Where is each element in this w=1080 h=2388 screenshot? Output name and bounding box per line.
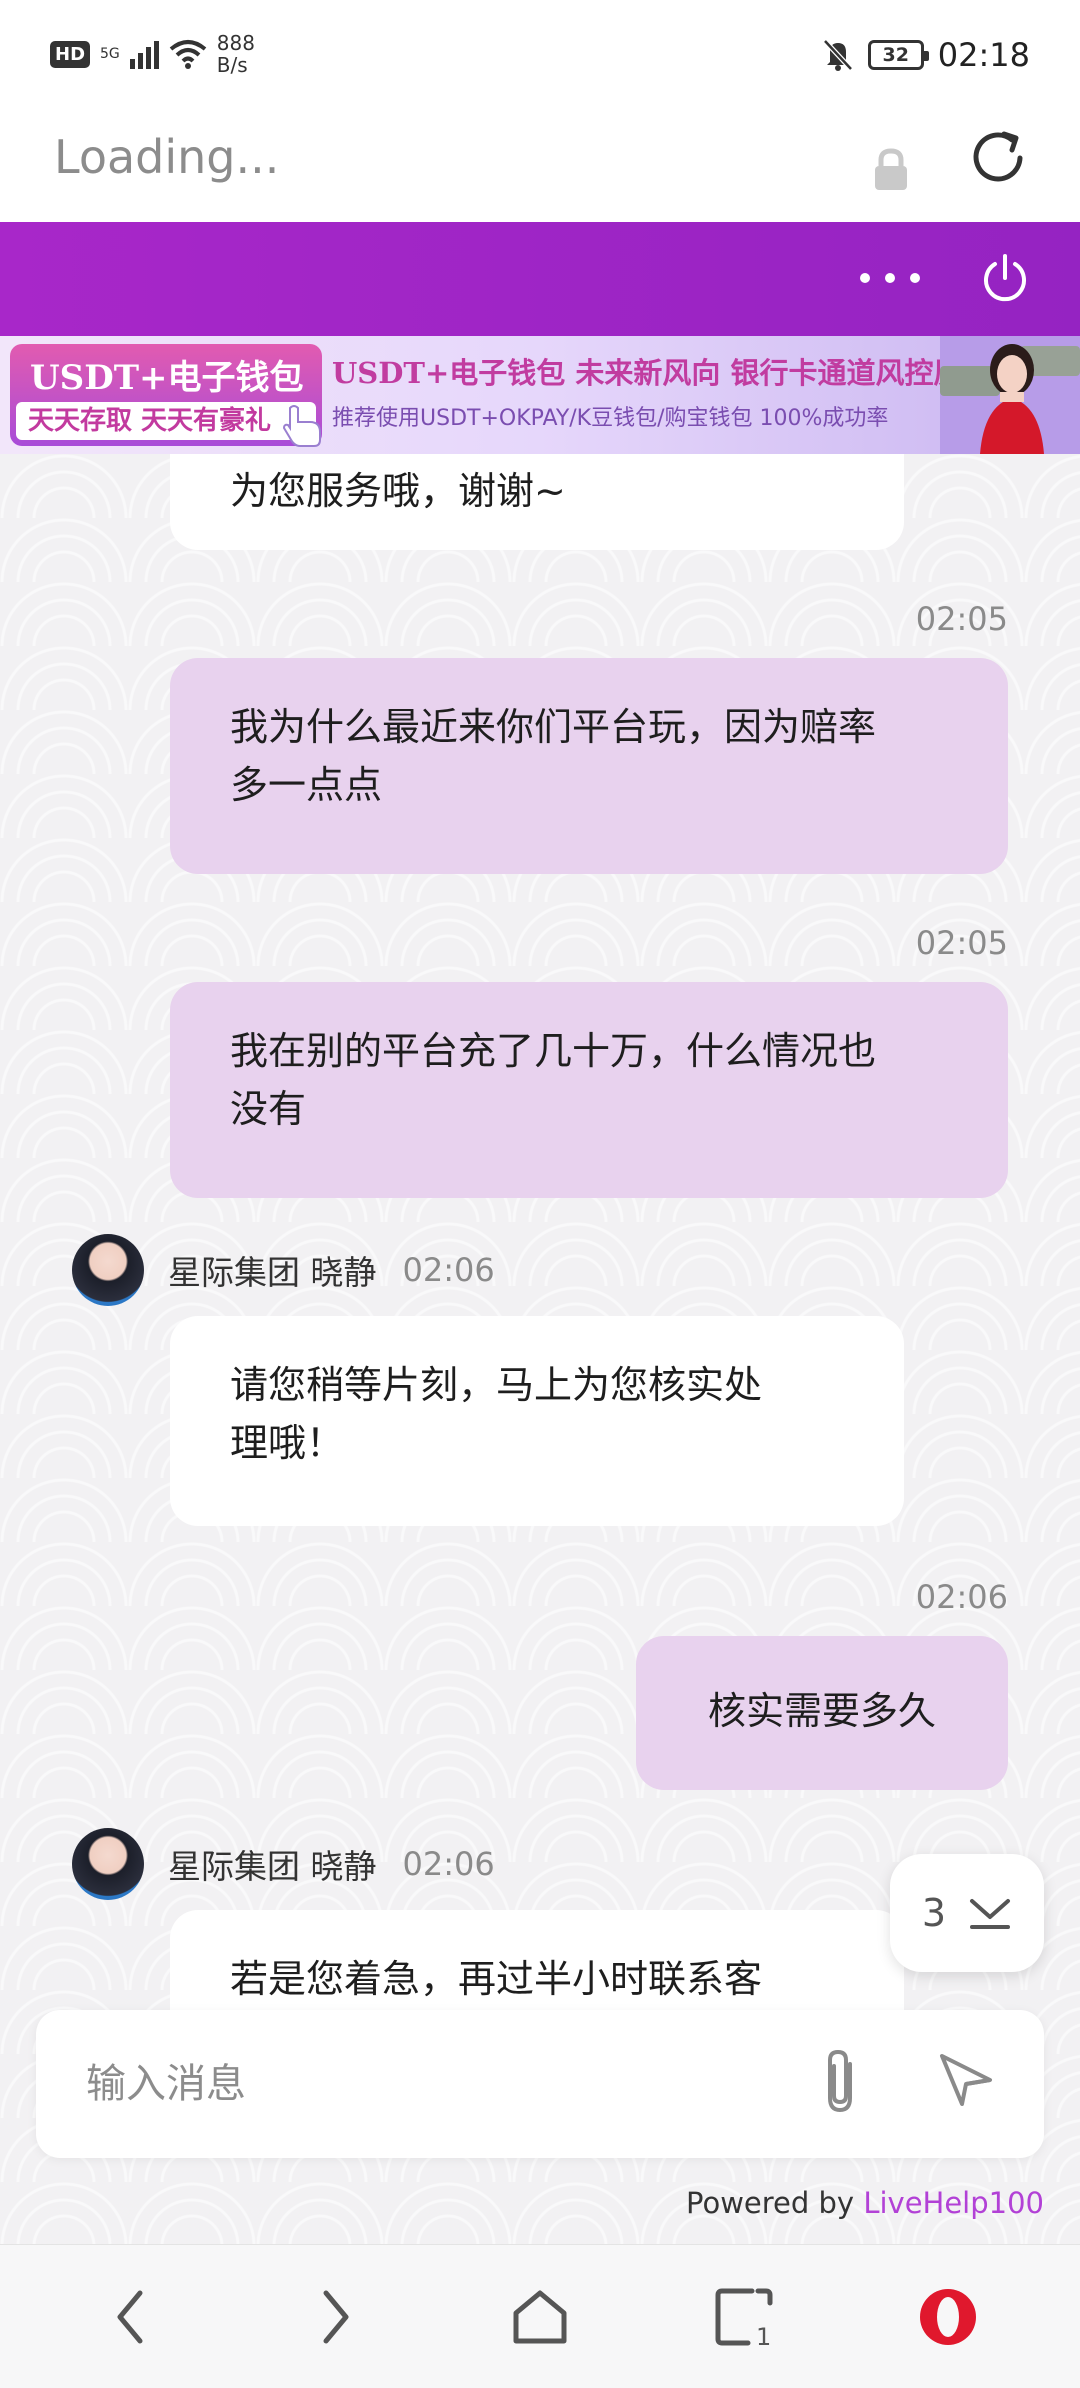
wifi-icon xyxy=(169,40,207,69)
page-status[interactable]: Loading... xyxy=(54,130,279,184)
tabs-count: 1 xyxy=(756,2323,771,2349)
powered-by-prefix: Powered by xyxy=(686,2186,864,2220)
ad-box-title: USDT+电子钱包 xyxy=(30,358,304,398)
forward-icon xyxy=(323,2290,349,2344)
message-text: 为您服务哦，谢谢~ xyxy=(230,469,566,513)
message-time: 02:06 xyxy=(402,1845,495,1883)
message-text-line: 多一点点 xyxy=(230,763,383,807)
message-time: 02:05 xyxy=(915,924,1008,962)
reload-icon[interactable] xyxy=(970,128,1030,188)
ad-model-image xyxy=(940,336,1080,454)
message-text-line: 理哦！ xyxy=(230,1421,345,1465)
pointer-hand-icon xyxy=(282,405,321,447)
chevron-down-icon xyxy=(970,1899,1011,1929)
message-text-line: 没有 xyxy=(230,1087,307,1131)
powered-by: Powered by LiveHelp100 xyxy=(686,2186,1044,2220)
unread-count: 3 xyxy=(921,1891,947,1935)
ad-headline: USDT+电子钱包 未来新风向 银行卡通道风控厉害 xyxy=(332,356,992,390)
paperclip-icon[interactable] xyxy=(816,2046,866,2116)
more-icon[interactable] xyxy=(860,258,920,298)
agent-name: 星际集团 晓静 xyxy=(168,1847,377,1886)
agent-header: 星际集团 晓静 02:06 xyxy=(72,1234,495,1306)
clock: 02:18 xyxy=(937,36,1030,74)
ad-subline: 推荐使用USDT+OKPAY/K豆钱包/购宝钱包 100%成功率 xyxy=(332,406,889,431)
message-text: 核实需要多久 xyxy=(707,1689,936,1733)
address-bar: Loading... xyxy=(0,110,1080,222)
chat-area[interactable]: 为您服务哦，谢谢~ 02:05 我为什么最近来你们平台玩，因为赔率 多一点点 0… xyxy=(0,454,1080,2244)
net-speed: 888 B/s xyxy=(217,32,255,76)
send-icon[interactable] xyxy=(936,2050,996,2110)
avatar[interactable] xyxy=(72,1234,144,1306)
outgoing-message: 我为什么最近来你们平台玩，因为赔率 多一点点 xyxy=(170,658,1008,874)
message-time: 02:05 xyxy=(915,600,1008,638)
opera-menu-button[interactable] xyxy=(906,2275,990,2359)
battery-icon: 32 xyxy=(867,40,929,70)
outgoing-message: 核实需要多久 xyxy=(636,1636,1008,1790)
home-icon xyxy=(513,2290,567,2344)
incoming-message: 为您服务哦，谢谢~ xyxy=(170,454,904,550)
avatar[interactable] xyxy=(72,1828,144,1900)
message-text-line: 我在别的平台充了几十万，什么情况也 xyxy=(230,1029,877,1073)
status-right: 32 02:18 xyxy=(822,36,1030,74)
browser-bottom-nav: 1 xyxy=(0,2244,1080,2388)
message-composer xyxy=(36,2010,1044,2158)
chat-header xyxy=(0,222,1080,336)
ad-banner[interactable]: USDT+电子钱包 天天存取 天天有豪礼 USDT+电子钱包 未来新风向 银行卡… xyxy=(0,336,1080,454)
back-icon xyxy=(117,2290,143,2344)
lock-icon[interactable] xyxy=(872,148,910,192)
ad-box-subtitle: 天天存取 天天有豪礼 xyxy=(16,402,316,440)
back-button[interactable] xyxy=(88,2275,172,2359)
status-bar: HD 5G 888 B/s 32 02:18 xyxy=(0,0,1080,110)
message-text-line: 我为什么最近来你们平台玩，因为赔率 xyxy=(230,705,877,749)
opera-icon xyxy=(920,2289,976,2345)
outgoing-message: 我在别的平台充了几十万，什么情况也 没有 xyxy=(170,982,1008,1198)
tabs-button[interactable]: 1 xyxy=(702,2275,786,2359)
bell-muted-icon xyxy=(822,39,853,71)
message-time: 02:06 xyxy=(402,1251,495,1289)
agent-header: 星际集团 晓静 02:06 xyxy=(72,1828,495,1900)
agent-name: 星际集团 晓静 xyxy=(168,1253,377,1292)
home-button[interactable] xyxy=(498,2275,582,2359)
tabs-icon: 1 xyxy=(715,2288,773,2349)
incoming-message: 请您稍等片刻，马上为您核实处 理哦！ xyxy=(170,1316,904,1526)
net-speed-unit: B/s xyxy=(216,53,248,77)
status-left: HD 5G 888 B/s xyxy=(50,32,255,76)
net-speed-value: 888 xyxy=(216,31,255,55)
message-time: 02:06 xyxy=(915,1578,1008,1616)
message-text: 若是您着急，再过半小时联系客 xyxy=(230,1957,763,2001)
signal-icon xyxy=(129,39,159,69)
message-text-line: 请您稍等片刻，马上为您核实处 xyxy=(230,1363,763,1407)
ad-badge: USDT+电子钱包 天天存取 天天有豪礼 xyxy=(10,344,322,446)
forward-button[interactable] xyxy=(294,2275,378,2359)
message-input[interactable] xyxy=(86,2056,786,2112)
network-type: 5G xyxy=(100,46,120,62)
livehelp-link[interactable]: LiveHelp100 xyxy=(863,2186,1044,2220)
hd-badge: HD xyxy=(50,40,91,68)
scroll-to-bottom-button[interactable]: 3 xyxy=(890,1854,1044,1972)
power-icon[interactable] xyxy=(978,252,1032,306)
